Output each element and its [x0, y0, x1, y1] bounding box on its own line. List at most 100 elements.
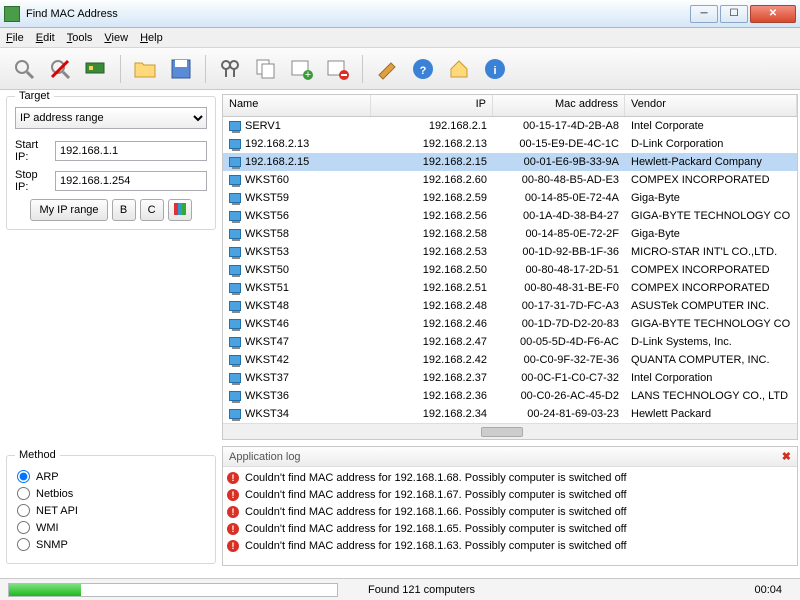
target-type-select[interactable]: IP address range: [15, 107, 207, 129]
cell-ip: 192.168.2.34: [371, 407, 493, 421]
method-radio[interactable]: [17, 504, 30, 517]
table-row[interactable]: WKST50192.168.2.5000-80-48-17-2D-51COMPE…: [223, 261, 797, 279]
cell-vendor: GIGA-BYTE TECHNOLOGY CO: [625, 209, 797, 223]
toolbar: + ? i: [0, 48, 800, 90]
menu-help[interactable]: Help: [140, 32, 163, 44]
cell-mac: 00-15-17-4D-2B-A8: [493, 119, 625, 133]
cell-vendor: COMPEX INCORPORATED: [625, 281, 797, 295]
table-row[interactable]: WKST59192.168.2.5900-14-85-0E-72-4AGiga-…: [223, 189, 797, 207]
start-ip-label: Start IP:: [15, 139, 51, 163]
status-found: Found 121 computers: [368, 584, 475, 596]
cell-ip: 192.168.2.1: [371, 119, 493, 133]
cell-ip: 192.168.2.51: [371, 281, 493, 295]
column-ip[interactable]: IP: [371, 95, 493, 116]
cell-vendor: Intel Corporate: [625, 119, 797, 133]
info-icon[interactable]: i: [479, 53, 511, 85]
method-radio[interactable]: [17, 538, 30, 551]
add-row-icon[interactable]: +: [286, 53, 318, 85]
class-c-button[interactable]: C: [140, 199, 164, 221]
cell-mac: 00-17-31-7D-FC-A3: [493, 299, 625, 313]
options-icon[interactable]: [371, 53, 403, 85]
computer-icon: [229, 121, 241, 131]
log-text: Couldn't find MAC address for 192.168.1.…: [245, 540, 627, 552]
method-option-wmi[interactable]: WMI: [17, 521, 205, 534]
cell-vendor: D-Link Corporation: [625, 137, 797, 151]
menu-edit[interactable]: Edit: [36, 32, 55, 44]
cell-vendor: Intel Corporation: [625, 371, 797, 385]
cell-mac: 00-C0-9F-32-7E-36: [493, 353, 625, 367]
range-options-button[interactable]: [168, 199, 192, 221]
cell-mac: 00-0C-F1-C0-C7-32: [493, 371, 625, 385]
method-radio[interactable]: [17, 521, 30, 534]
table-row[interactable]: WKST48192.168.2.4800-17-31-7D-FC-A3ASUST…: [223, 297, 797, 315]
table-row[interactable]: WKST36192.168.2.3600-C0-26-AC-45-D2LANS …: [223, 387, 797, 405]
help-icon[interactable]: ?: [407, 53, 439, 85]
menu-file[interactable]: File: [6, 32, 24, 44]
cell-mac: 00-1D-92-BB-1F-36: [493, 245, 625, 259]
cell-name: 192.168.2.15: [245, 156, 309, 168]
horizontal-scrollbar[interactable]: [223, 423, 797, 439]
column-vendor[interactable]: Vendor: [625, 95, 797, 116]
cell-ip: 192.168.2.50: [371, 263, 493, 277]
maximize-button[interactable]: ☐: [720, 5, 748, 23]
error-icon: !: [227, 506, 239, 518]
error-icon: !: [227, 472, 239, 484]
cell-vendor: Hewlett Packard: [625, 407, 797, 421]
close-log-icon[interactable]: ✖: [782, 450, 791, 463]
menu-view[interactable]: View: [104, 32, 128, 44]
table-row[interactable]: WKST37192.168.2.3700-0C-F1-C0-C7-32Intel…: [223, 369, 797, 387]
home-icon[interactable]: [443, 53, 475, 85]
table-row[interactable]: WKST56192.168.2.5600-1A-4D-38-B4-27GIGA-…: [223, 207, 797, 225]
table-row[interactable]: WKST47192.168.2.4700-05-5D-4D-F6-ACD-Lin…: [223, 333, 797, 351]
cell-mac: 00-15-E9-DE-4C-1C: [493, 137, 625, 151]
class-b-button[interactable]: B: [112, 199, 136, 221]
open-icon[interactable]: [129, 53, 161, 85]
menu-tools[interactable]: Tools: [67, 32, 93, 44]
cell-name: WKST42: [245, 354, 289, 366]
copy-icon[interactable]: [250, 53, 282, 85]
computer-icon: [229, 373, 241, 383]
my-ip-range-button[interactable]: My IP range: [30, 199, 107, 221]
cell-ip: 192.168.2.53: [371, 245, 493, 259]
close-button[interactable]: ✕: [750, 5, 796, 23]
method-radio[interactable]: [17, 487, 30, 500]
cell-mac: 00-1A-4D-38-B4-27: [493, 209, 625, 223]
find-icon[interactable]: [214, 53, 246, 85]
table-row[interactable]: WKST58192.168.2.5800-14-85-0E-72-2FGiga-…: [223, 225, 797, 243]
cell-vendor: QUANTA COMPUTER, INC.: [625, 353, 797, 367]
method-option-netbios[interactable]: Netbios: [17, 487, 205, 500]
delete-row-icon[interactable]: [322, 53, 354, 85]
column-name[interactable]: Name: [223, 95, 371, 116]
save-icon[interactable]: [165, 53, 197, 85]
table-row[interactable]: WKST51192.168.2.5100-80-48-31-BE-F0COMPE…: [223, 279, 797, 297]
table-row[interactable]: 192.168.2.13192.168.2.1300-15-E9-DE-4C-1…: [223, 135, 797, 153]
method-legend: Method: [15, 449, 60, 461]
cell-name: WKST47: [245, 336, 289, 348]
method-label: ARP: [36, 471, 59, 483]
cell-vendor: COMPEX INCORPORATED: [625, 263, 797, 277]
method-option-net-api[interactable]: NET API: [17, 504, 205, 517]
method-label: NET API: [36, 505, 78, 517]
cell-ip: 192.168.2.47: [371, 335, 493, 349]
nic-icon[interactable]: [80, 53, 112, 85]
table-row[interactable]: SERV1192.168.2.100-15-17-4D-2B-A8Intel C…: [223, 117, 797, 135]
stop-ip-input[interactable]: [55, 171, 207, 191]
table-row[interactable]: WKST53192.168.2.5300-1D-92-BB-1F-36MICRO…: [223, 243, 797, 261]
table-row[interactable]: WKST60192.168.2.6000-80-48-B5-AD-E3COMPE…: [223, 171, 797, 189]
method-option-arp[interactable]: ARP: [17, 470, 205, 483]
cell-vendor: LANS TECHNOLOGY CO., LTD: [625, 389, 797, 403]
start-ip-input[interactable]: [55, 141, 207, 161]
minimize-button[interactable]: ─: [690, 5, 718, 23]
bars-icon: [174, 203, 186, 215]
table-row[interactable]: WKST42192.168.2.4200-C0-9F-32-7E-36QUANT…: [223, 351, 797, 369]
column-mac[interactable]: Mac address: [493, 95, 625, 116]
table-row[interactable]: 192.168.2.15192.168.2.1500-01-E6-9B-33-9…: [223, 153, 797, 171]
method-option-snmp[interactable]: SNMP: [17, 538, 205, 551]
scan-icon[interactable]: [8, 53, 40, 85]
method-radio[interactable]: [17, 470, 30, 483]
table-row[interactable]: WKST46192.168.2.4600-1D-7D-D2-20-83GIGA-…: [223, 315, 797, 333]
cancel-scan-icon[interactable]: [44, 53, 76, 85]
cell-ip: 192.168.2.36: [371, 389, 493, 403]
table-row[interactable]: WKST34192.168.2.3400-24-81-69-03-23Hewle…: [223, 405, 797, 423]
title-bar: Find MAC Address ─ ☐ ✕: [0, 0, 800, 28]
